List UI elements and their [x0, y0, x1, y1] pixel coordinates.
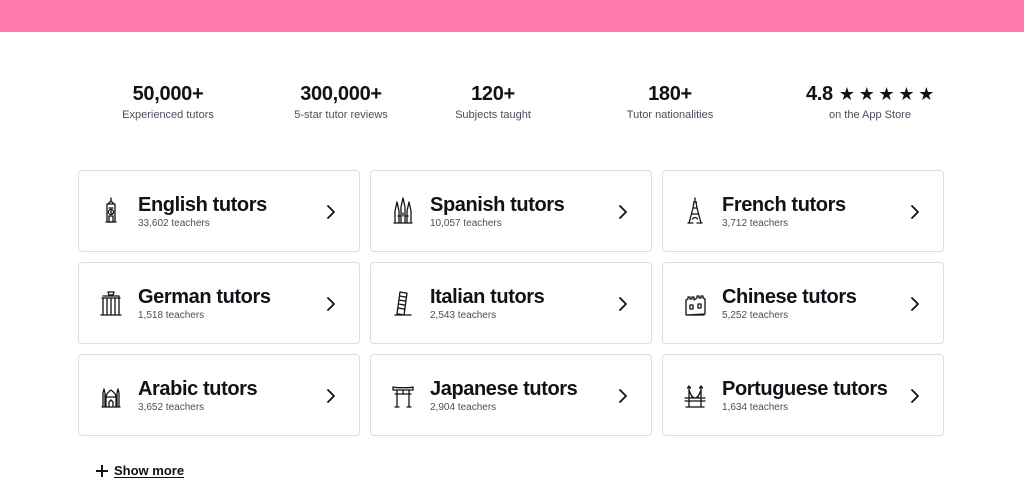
star-icon: ★: [838, 84, 855, 104]
card-title: Spanish tutors: [430, 194, 565, 216]
language-card-portuguese[interactable]: Portuguese tutors 1,634 teachers: [662, 354, 944, 436]
rating-stars: ★ ★ ★ ★ ★: [838, 84, 935, 104]
stat-label: Subjects taught: [455, 109, 531, 121]
plus-icon: [96, 465, 108, 477]
sagrada-familia-icon: [391, 196, 415, 226]
language-card-english[interactable]: English tutors 33,602 teachers: [78, 170, 360, 252]
stat-tutor-nationalities: 180+ Tutor nationalities: [580, 82, 760, 122]
chevron-right-icon: [325, 386, 337, 406]
show-more-label: Show more: [114, 463, 185, 478]
language-card-french[interactable]: French tutors 3,712 teachers: [662, 170, 944, 252]
stat-value: 300,000+: [300, 83, 382, 105]
teacher-count: 5,252 teachers: [722, 310, 789, 321]
great-wall-icon: [683, 288, 707, 318]
rating-value: 4.8: [805, 83, 833, 105]
card-title: Portuguese tutors: [722, 378, 888, 400]
stat-value: 4.8 ★ ★ ★ ★ ★: [806, 82, 934, 106]
language-card-italian[interactable]: Italian tutors 2,543 teachers: [370, 262, 652, 344]
chevron-right-icon: [909, 202, 921, 222]
language-card-chinese[interactable]: Chinese tutors 5,252 teachers: [662, 262, 944, 344]
teacher-count: 2,904 teachers: [430, 402, 497, 413]
stat-value: 50,000+: [132, 83, 204, 105]
stat-label: Tutor nationalities: [626, 109, 714, 121]
stat-subjects-taught: 120+ Subjects taught: [403, 82, 583, 122]
star-icon: ★: [858, 84, 875, 104]
chevron-right-icon: [325, 202, 337, 222]
card-title: Chinese tutors: [722, 286, 857, 308]
chevron-right-icon: [909, 294, 921, 314]
eiffel-tower-icon: [683, 196, 707, 226]
stat-value: 180+: [648, 83, 692, 105]
show-more-button[interactable]: Show more: [96, 463, 184, 479]
teacher-count: 1,518 teachers: [138, 310, 205, 321]
stat-experienced-tutors: 50,000+ Experienced tutors: [78, 82, 258, 122]
stat-app-store-rating[interactable]: 4.8 ★ ★ ★ ★ ★ on the App Store: [780, 82, 960, 122]
torii-gate-icon: [391, 380, 415, 410]
chevron-right-icon: [617, 386, 629, 406]
chevron-right-icon: [617, 294, 629, 314]
card-title: Italian tutors: [430, 286, 545, 308]
language-card-arabic[interactable]: Arabic tutors 3,652 teachers: [78, 354, 360, 436]
star-icon: ★: [898, 84, 915, 104]
top-banner: [0, 0, 1024, 32]
language-card-japanese[interactable]: Japanese tutors 2,904 teachers: [370, 354, 652, 436]
big-ben-icon: [99, 196, 123, 226]
stat-label: Experienced tutors: [122, 109, 214, 121]
card-title: German tutors: [138, 286, 271, 308]
language-card-german[interactable]: German tutors 1,518 teachers: [78, 262, 360, 344]
teacher-count: 1,634 teachers: [722, 402, 789, 413]
stat-value: 120+: [471, 83, 515, 105]
brandenburg-gate-icon: [99, 288, 123, 318]
chevron-right-icon: [325, 294, 337, 314]
stat-label: on the App Store: [829, 109, 911, 121]
card-title: Japanese tutors: [430, 378, 578, 400]
language-card-spanish[interactable]: Spanish tutors 10,057 teachers: [370, 170, 652, 252]
teacher-count: 3,712 teachers: [722, 218, 789, 229]
teacher-count: 10,057 teachers: [430, 218, 502, 229]
leaning-tower-icon: [391, 288, 415, 318]
teacher-count: 33,602 teachers: [138, 218, 210, 229]
stats-bar: 50,000+ Experienced tutors 300,000+ 5-st…: [78, 82, 944, 126]
card-title: English tutors: [138, 194, 267, 216]
bridge-icon: [683, 380, 707, 410]
star-icon: ★: [918, 84, 935, 104]
teacher-count: 3,652 teachers: [138, 402, 205, 413]
card-title: Arabic tutors: [138, 378, 258, 400]
chevron-right-icon: [909, 386, 921, 406]
mosque-icon: [99, 380, 123, 410]
teacher-count: 2,543 teachers: [430, 310, 497, 321]
star-icon: ★: [878, 84, 895, 104]
chevron-right-icon: [617, 202, 629, 222]
card-title: French tutors: [722, 194, 846, 216]
